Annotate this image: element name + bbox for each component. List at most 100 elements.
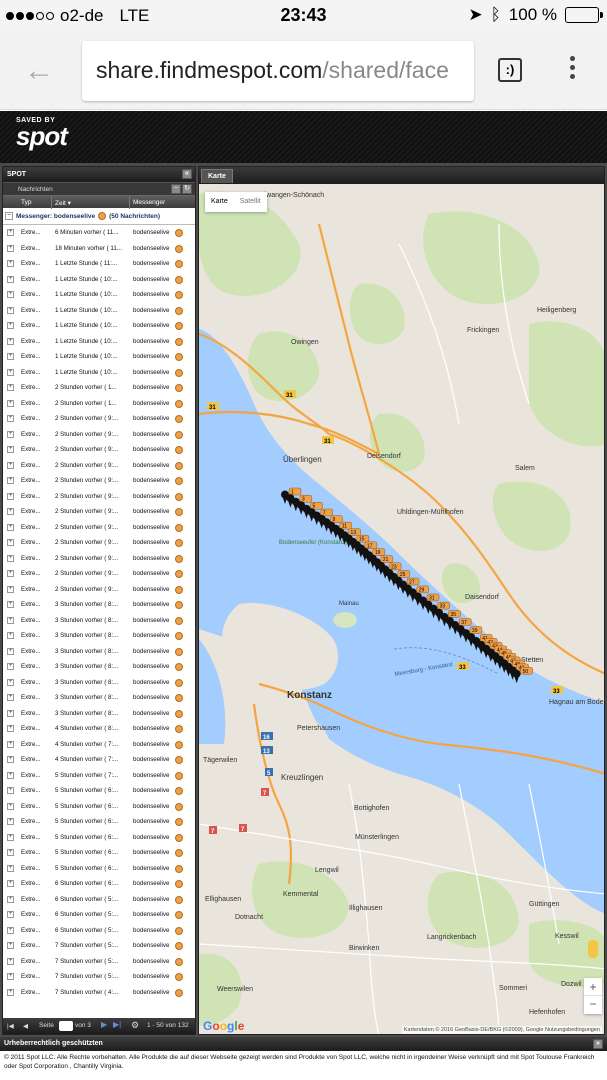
expand-row-icon[interactable]: + [7,678,14,686]
message-row[interactable]: + Extre... 3 Stunden vorher ( 8:... bodense… [3,613,195,629]
message-row[interactable]: + Extre... 5 Stunden vorher ( 6:... bodense… [3,830,195,846]
expand-row-icon[interactable]: + [7,880,14,887]
expand-row-icon[interactable]: + [7,864,14,872]
message-row[interactable]: + Extre... 4 Stunden vorher ( 7:... bodense… [3,737,195,753]
message-row[interactable]: + Extre... 3 Stunden vorher ( 8:... bodense… [3,597,195,613]
expand-row-icon[interactable]: + [7,508,14,515]
next-page-icon[interactable]: ▶ [101,1020,107,1029]
expand-row-icon[interactable]: + [7,399,14,407]
expand-row-icon[interactable]: + [7,570,14,577]
minus-icon[interactable]: − [171,184,181,194]
refresh-gear-icon[interactable]: ⚙ [131,1020,139,1031]
zoom-in-button[interactable]: + [584,978,602,996]
map-canvas[interactable]: 31 31 31 33 33 16 13 7 7 7 5 Herdwangen-… [199,184,604,1034]
message-row[interactable]: + Extre... 4 Stunden vorher ( 7:... bodense… [3,752,195,768]
expand-row-icon[interactable]: + [7,756,14,763]
expand-row-icon[interactable]: + [7,291,14,298]
col-messenger[interactable]: Messenger [133,199,165,206]
expand-row-icon[interactable]: + [7,461,14,469]
expand-row-icon[interactable]: + [7,709,14,717]
expand-row-icon[interactable]: + [7,973,14,980]
group-header[interactable]: − Messenger: bodenseelive (50 Nachrichte… [3,208,195,225]
message-row[interactable]: + Extre... 6 Stunden vorher ( 6:... bodense… [3,876,195,892]
message-row[interactable]: + Extre... 3 Stunden vorher ( 8:... bodense… [3,675,195,691]
expand-row-icon[interactable]: + [7,771,14,779]
message-row[interactable]: + Extre... 3 Stunden vorher ( 8:... bodense… [3,659,195,675]
expand-row-icon[interactable]: + [7,539,14,546]
expand-row-icon[interactable]: + [7,663,14,670]
message-row[interactable]: + Extre... 2 Stunden vorher ( 9:... bodense… [3,566,195,582]
expand-row-icon[interactable]: + [7,446,14,453]
collapse-group-icon[interactable]: − [5,212,13,220]
expand-row-icon[interactable]: + [7,337,14,345]
message-row[interactable]: + Extre... 2 Stunden vorher ( 9:... bodense… [3,489,195,505]
refresh-icon[interactable]: ↻ [182,184,192,194]
message-row[interactable]: + Extre... 3 Stunden vorher ( 8:... bodense… [3,628,195,644]
message-row[interactable]: + Extre... 2 Stunden vorher ( 9:... bodense… [3,551,195,567]
message-row[interactable]: + Extre... 6 Stunden vorher ( 5:... bodense… [3,923,195,939]
expand-row-icon[interactable]: + [7,849,14,856]
expand-row-icon[interactable]: + [7,585,14,593]
message-row[interactable]: + Extre... 6 Stunden vorher ( 5:... bodense… [3,907,195,923]
message-row[interactable]: + Extre... 2 Stunden vorher ( 9:... bodense… [3,411,195,427]
message-row[interactable]: + Extre... 5 Stunden vorher ( 6:... bodense… [3,861,195,877]
message-row[interactable]: + Extre... 3 Stunden vorher ( 8:... bodense… [3,644,195,660]
message-row[interactable]: + Extre... 1 Letzte Stunde ( 11:... bodense… [3,256,195,272]
message-row[interactable]: + Extre... 5 Stunden vorher ( 6:... bodense… [3,783,195,799]
expand-row-icon[interactable]: + [7,430,14,438]
expand-row-icon[interactable]: + [7,988,14,996]
expand-row-icon[interactable]: + [7,926,14,934]
expand-row-icon[interactable]: + [7,601,14,608]
expand-row-icon[interactable]: + [7,740,14,748]
message-row[interactable]: + Extre... 2 Stunden vorher ( 9:... bodense… [3,427,195,443]
prev-page-icon[interactable]: ◀ [23,1022,28,1030]
maptype-karte-button[interactable]: Karte [205,192,234,212]
message-row[interactable]: + Extre... 2 Stunden vorher ( 9:... bodense… [3,442,195,458]
collapse-panel-icon[interactable]: « [182,169,192,179]
message-row[interactable]: + Extre... 2 Stunden vorher ( 9:... bodense… [3,582,195,598]
message-row[interactable]: + Extre... 3 Stunden vorher ( 8:... bodense… [3,706,195,722]
message-row[interactable]: + Extre... 3 Stunden vorher ( 8:... bodense… [3,690,195,706]
expand-row-icon[interactable]: + [7,477,14,484]
expand-row-icon[interactable]: + [7,384,14,391]
expand-row-icon[interactable]: + [7,492,14,500]
expand-row-icon[interactable]: + [7,275,14,283]
message-row[interactable]: + Extre... 1 Letzte Stunde ( 10:... bodense… [3,303,195,319]
page-input[interactable] [59,1021,73,1031]
message-row[interactable]: + Extre... 2 Stunden vorher ( 9:... bodense… [3,458,195,474]
expand-row-icon[interactable]: + [7,523,14,531]
maptype-satellite-button[interactable]: Satellit [234,192,267,212]
last-page-icon[interactable]: ▶| [113,1020,121,1029]
message-row[interactable]: + Extre... 2 Stunden vorher ( 1... bodensee… [3,380,195,396]
message-row[interactable]: + Extre... 2 Stunden vorher ( 9:... bodense… [3,473,195,489]
tab-switcher-button[interactable]: :) [498,58,522,82]
col-zeit[interactable]: Zeit ▾ [55,199,71,207]
map-attribution[interactable]: Kartendaten © 2016 GeoBasis-DE/BKG (©200… [401,1026,602,1034]
message-row[interactable]: + Extre... 7 Stunden vorher ( 5:... bodense… [3,954,195,970]
expand-row-icon[interactable]: + [7,911,14,918]
message-row[interactable]: + Extre... 5 Stunden vorher ( 6:... bodense… [3,814,195,830]
message-row[interactable]: + Extre... 1 Letzte Stunde ( 10:... bodense… [3,365,195,381]
tab-karte[interactable]: Karte [201,169,233,183]
collapse-footer-icon[interactable]: » [593,1039,603,1049]
overflow-menu-icon[interactable] [566,56,578,79]
message-row[interactable]: + Extre... 7 Stunden vorher ( 4:... bodense… [3,985,195,1001]
expand-row-icon[interactable]: + [7,368,14,376]
expand-row-icon[interactable]: + [7,957,14,965]
expand-row-icon[interactable]: + [7,244,14,252]
message-row[interactable]: + Extre... 18 Minuten vorher ( 11... bodens… [3,241,195,257]
message-row[interactable]: + Extre... 7 Stunden vorher ( 5:... bodense… [3,938,195,954]
message-row[interactable]: + Extre... 1 Letzte Stunde ( 10:... bodense… [3,334,195,350]
expand-row-icon[interactable]: + [7,895,14,903]
back-arrow-icon[interactable]: ← [24,54,54,88]
message-row[interactable]: + Extre... 1 Letzte Stunde ( 10:... bodense… [3,318,195,334]
message-row[interactable]: + Extre... 5 Stunden vorher ( 6:... bodense… [3,799,195,815]
message-row[interactable]: + Extre... 1 Letzte Stunde ( 10:... bodense… [3,272,195,288]
expand-row-icon[interactable]: + [7,616,14,624]
expand-row-icon[interactable]: + [7,694,14,701]
expand-row-icon[interactable]: + [7,802,14,810]
message-row[interactable]: + Extre... 1 Letzte Stunde ( 10:... bodense… [3,349,195,365]
expand-row-icon[interactable]: + [7,554,14,562]
zoom-out-button[interactable]: − [584,996,602,1014]
col-typ[interactable]: Typ [21,199,31,206]
